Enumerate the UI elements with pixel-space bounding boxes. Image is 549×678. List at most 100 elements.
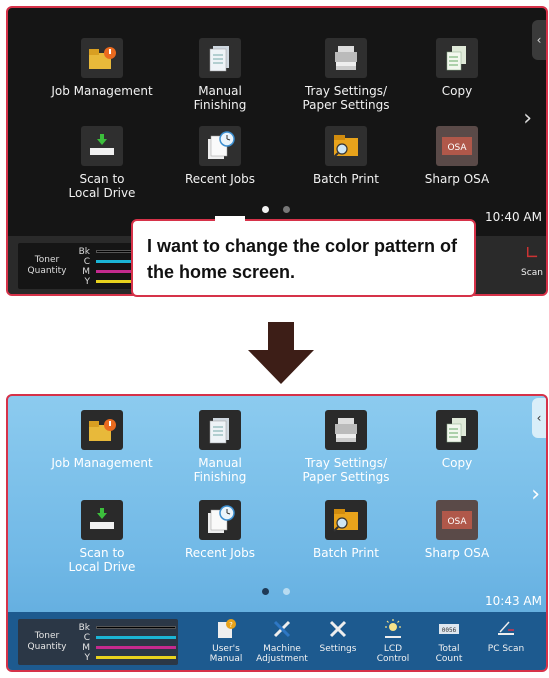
tile-label: Copy	[441, 456, 473, 470]
collapse-tab[interactable]: ‹	[532, 398, 546, 438]
status-item-label: User's Manual	[209, 644, 243, 664]
tile-manual-finishing[interactable]: Manual Finishing	[160, 38, 280, 112]
tile-label: Tray Settings/ Paper Settings	[302, 456, 390, 484]
toner-label: Toner Quantity	[27, 631, 67, 652]
folder-alert-icon	[81, 38, 123, 78]
page-dot[interactable]	[283, 206, 290, 213]
tile-scan-to-local-drive[interactable]: Scan to Local Drive	[42, 500, 162, 574]
status-item-label: Total Count	[435, 644, 463, 664]
page-dot[interactable]	[283, 588, 290, 595]
status-item-label: Scan	[521, 268, 543, 278]
tile-label: Scan to Local Drive	[68, 172, 136, 200]
pc-scan-icon	[478, 618, 534, 642]
tile-label: Tray Settings/ Paper Settings	[302, 84, 390, 112]
callout-bubble: I want to change the color pattern of th…	[131, 219, 476, 297]
recent-jobs-icon	[199, 126, 241, 166]
tile-label: Recent Jobs	[184, 546, 256, 560]
tile-label: Scan to Local Drive	[68, 546, 136, 574]
next-page-arrow-icon[interactable]: ›	[523, 108, 532, 130]
document-stack-icon	[199, 410, 241, 450]
tile-label: Job Management	[51, 84, 153, 98]
tile-copy[interactable]: Copy	[397, 410, 517, 470]
status-item-label: Settings	[319, 644, 357, 654]
recent-jobs-icon	[199, 500, 241, 540]
toner-y-label: Y	[84, 652, 91, 663]
settings-button[interactable]: Settings	[310, 618, 366, 654]
users-manual-button[interactable]: ? User's Manual	[198, 618, 254, 664]
toner-c-bar	[96, 636, 176, 639]
svg-text:0056: 0056	[442, 627, 457, 634]
toner-y-label: Y	[84, 276, 91, 287]
osa-icon: OSA	[436, 126, 478, 166]
callout-text: I want to change the color pattern of th…	[147, 236, 458, 282]
down-arrow-icon	[248, 322, 314, 384]
tile-batch-print[interactable]: Batch Print	[286, 126, 406, 186]
svg-text:OSA: OSA	[447, 143, 467, 153]
machine-adjust-icon	[254, 618, 310, 642]
total-count-button[interactable]: 0056 Total Count	[421, 618, 477, 664]
light-home-screen: Job Management Manual Finishing Tray Set…	[6, 394, 548, 672]
scan-drive-icon	[81, 126, 123, 166]
page-indicator	[262, 588, 290, 595]
folder-search-icon	[325, 126, 367, 166]
tile-sharp-osa[interactable]: OSA Sharp OSA	[397, 126, 517, 186]
manual-icon: ?	[198, 618, 254, 642]
tile-batch-print[interactable]: Batch Print	[286, 500, 406, 560]
tile-scan-to-local-drive[interactable]: Scan to Local Drive	[42, 126, 162, 200]
osa-icon: OSA	[436, 500, 478, 540]
settings-icon	[310, 618, 366, 642]
tray-icon	[325, 410, 367, 450]
clock: 10:43 AM	[485, 594, 542, 608]
tile-job-management[interactable]: Job Management	[42, 410, 162, 470]
tile-recent-jobs[interactable]: Recent Jobs	[160, 126, 280, 186]
callout-tail-mask	[215, 216, 245, 222]
machine-adjustment-button[interactable]: Machine Adjustment	[254, 618, 310, 664]
status-item-scan-partial[interactable]: ∟ Scan	[504, 242, 546, 278]
tile-tray-settings[interactable]: Tray Settings/ Paper Settings	[286, 38, 406, 112]
next-page-arrow-icon[interactable]: ›	[531, 484, 540, 506]
tile-label: Manual Finishing	[193, 456, 247, 484]
tile-tray-settings[interactable]: Tray Settings/ Paper Settings	[286, 410, 406, 484]
toner-m-bar	[96, 646, 176, 649]
lcd-control-icon	[365, 618, 421, 642]
clock: 10:40 AM	[485, 210, 542, 224]
status-bar: Toner Quantity Bk C M Y ? User's Manual …	[8, 612, 546, 670]
toner-bk-bar	[96, 626, 176, 629]
tile-manual-finishing[interactable]: Manual Finishing	[160, 410, 280, 484]
page-dot-active[interactable]	[262, 206, 269, 213]
lcd-control-button[interactable]: LCD Control	[365, 618, 421, 664]
toner-m-label: M	[82, 642, 90, 653]
tile-recent-jobs[interactable]: Recent Jobs	[160, 500, 280, 560]
copy-icon	[436, 410, 478, 450]
page-dot-active[interactable]	[262, 588, 269, 595]
tile-job-management[interactable]: Job Management	[42, 38, 162, 98]
tile-label: Batch Print	[313, 172, 379, 186]
status-item-label: LCD Control	[376, 644, 410, 664]
toner-c-label: C	[83, 632, 90, 643]
toner-y-bar	[96, 656, 176, 659]
copy-icon	[436, 38, 478, 78]
tray-icon	[325, 38, 367, 78]
tile-label: Recent Jobs	[184, 172, 256, 186]
toner-row-y: Y	[76, 652, 176, 663]
tile-label: Manual Finishing	[193, 84, 247, 112]
tile-label: Sharp OSA	[424, 172, 490, 186]
collapse-tab[interactable]: ‹	[532, 20, 546, 60]
tile-label: Batch Print	[313, 546, 379, 560]
pc-scan-icon: ∟	[524, 243, 540, 264]
folder-alert-icon	[81, 410, 123, 450]
folder-search-icon	[325, 500, 367, 540]
toner-label: Toner Quantity	[27, 255, 67, 276]
scan-drive-icon	[81, 500, 123, 540]
toner-row-m: M	[76, 642, 176, 653]
status-item-label: PC Scan	[487, 644, 525, 654]
toner-row-c: C	[76, 632, 176, 643]
svg-text:?: ?	[229, 621, 233, 629]
pc-scan-button[interactable]: PC Scan	[478, 618, 534, 654]
document-stack-icon	[199, 38, 241, 78]
toner-bk-label: Bk	[78, 246, 90, 257]
tile-copy[interactable]: Copy	[397, 38, 517, 98]
toner-quantity-panel: Toner Quantity Bk C M Y	[18, 619, 178, 665]
toner-row-bk: Bk	[76, 623, 176, 633]
tile-sharp-osa[interactable]: OSA Sharp OSA	[397, 500, 517, 560]
